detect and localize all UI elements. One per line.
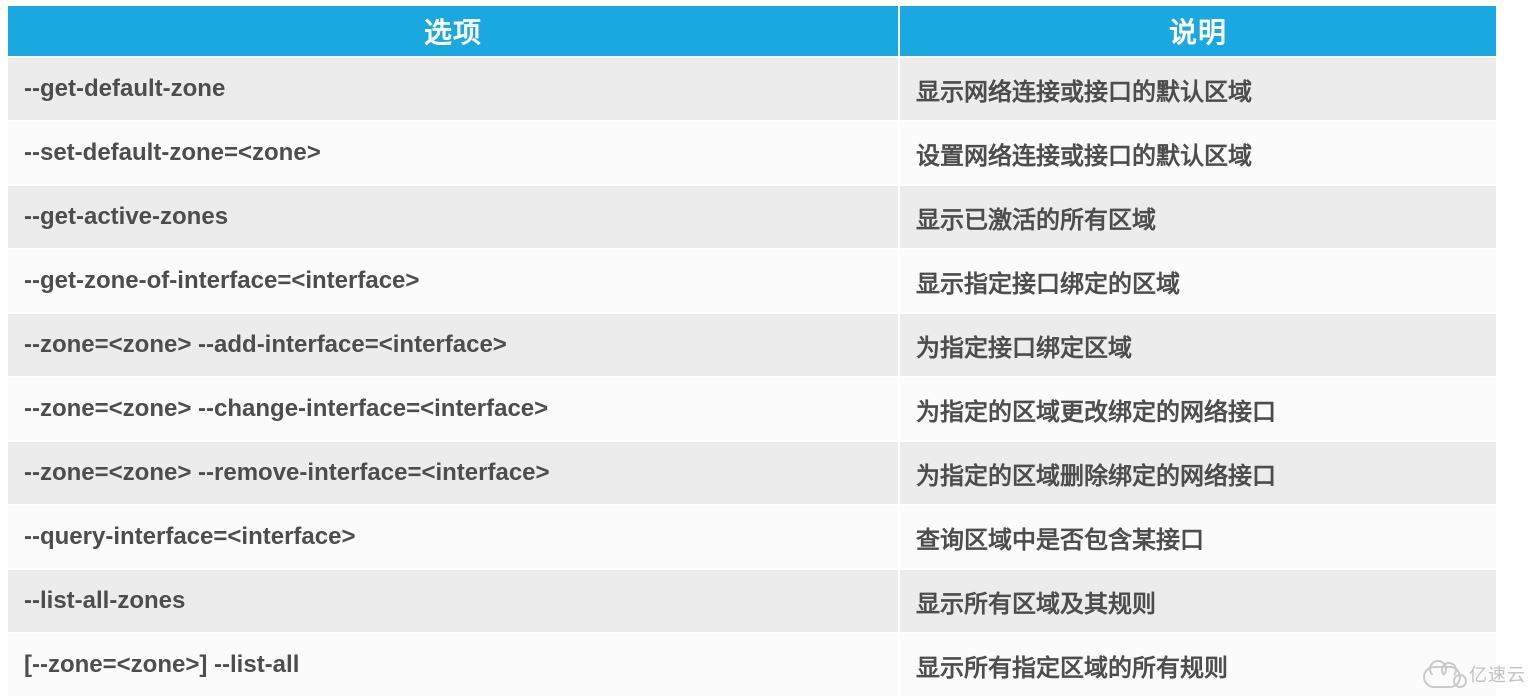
- table-row: [--zone=<zone>] --list-all 显示所有指定区域的所有规则: [7, 633, 1497, 697]
- command-options-table: 选项 说明 --get-default-zone 显示网络连接或接口的默认区域 …: [6, 4, 1498, 698]
- cell-option: --get-active-zones: [7, 185, 899, 249]
- cell-option: --set-default-zone=<zone>: [7, 121, 899, 185]
- cell-description: 为指定接口绑定区域: [899, 313, 1497, 377]
- table-row: --zone=<zone> --change-interface=<interf…: [7, 377, 1497, 441]
- cloud-icon: [1419, 660, 1463, 688]
- cell-description: 为指定的区域更改绑定的网络接口: [899, 377, 1497, 441]
- command-options-table-wrap: 选项 说明 --get-default-zone 显示网络连接或接口的默认区域 …: [0, 0, 1538, 698]
- table-header-row: 选项 说明: [7, 5, 1497, 57]
- table-row: --get-zone-of-interface=<interface> 显示指定…: [7, 249, 1497, 313]
- cell-description: 设置网络连接或接口的默认区域: [899, 121, 1497, 185]
- cell-description: 显示所有指定区域的所有规则: [899, 633, 1497, 697]
- cell-description: 为指定的区域删除绑定的网络接口: [899, 441, 1497, 505]
- header-description: 说明: [899, 5, 1497, 57]
- cell-option: --get-default-zone: [7, 57, 899, 121]
- table-row: --zone=<zone> --remove-interface=<interf…: [7, 441, 1497, 505]
- cell-option: --query-interface=<interface>: [7, 505, 899, 569]
- cell-option: [--zone=<zone>] --list-all: [7, 633, 899, 697]
- cell-description: 显示指定接口绑定的区域: [899, 249, 1497, 313]
- cell-option: --zone=<zone> --change-interface=<interf…: [7, 377, 899, 441]
- table-row: --query-interface=<interface> 查询区域中是否包含某…: [7, 505, 1497, 569]
- cell-description: 显示网络连接或接口的默认区域: [899, 57, 1497, 121]
- cell-description: 显示已激活的所有区域: [899, 185, 1497, 249]
- watermark: 亿速云: [1419, 660, 1526, 688]
- header-option: 选项: [7, 5, 899, 57]
- table-row: --get-active-zones 显示已激活的所有区域: [7, 185, 1497, 249]
- cell-option: --zone=<zone> --remove-interface=<interf…: [7, 441, 899, 505]
- cell-option: --zone=<zone> --add-interface=<interface…: [7, 313, 899, 377]
- watermark-text: 亿速云: [1469, 661, 1526, 687]
- cell-description: 显示所有区域及其规则: [899, 569, 1497, 633]
- table-row: --list-all-zones 显示所有区域及其规则: [7, 569, 1497, 633]
- cell-option: --list-all-zones: [7, 569, 899, 633]
- cell-description: 查询区域中是否包含某接口: [899, 505, 1497, 569]
- table-row: --set-default-zone=<zone> 设置网络连接或接口的默认区域: [7, 121, 1497, 185]
- cell-option: --get-zone-of-interface=<interface>: [7, 249, 899, 313]
- table-row: --zone=<zone> --add-interface=<interface…: [7, 313, 1497, 377]
- table-row: --get-default-zone 显示网络连接或接口的默认区域: [7, 57, 1497, 121]
